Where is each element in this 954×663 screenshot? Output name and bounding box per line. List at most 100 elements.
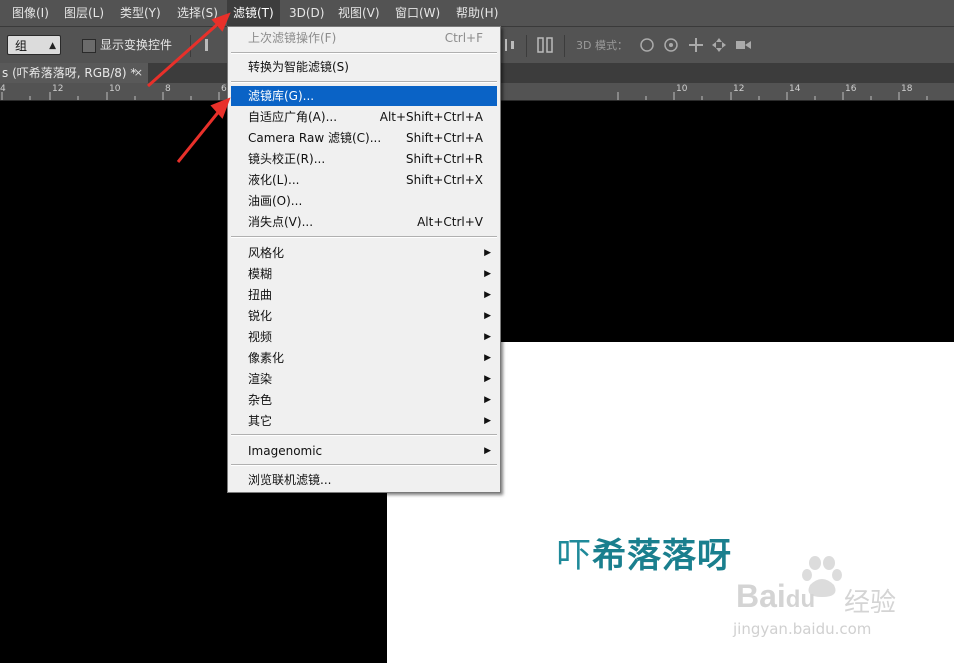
menu-item-label: 转换为智能滤镜(S) bbox=[248, 60, 349, 74]
menu-item-other[interactable]: 其它 ▶ bbox=[231, 411, 497, 431]
submenu-arrow-icon: ▶ bbox=[484, 395, 491, 405]
menu-item-label: Camera Raw 滤镜(C)... bbox=[248, 131, 382, 145]
roll-3d-icon[interactable] bbox=[661, 35, 681, 55]
submenu-arrow-icon: ▶ bbox=[484, 374, 491, 384]
menu-item-oil-paint[interactable]: 油画(O)... bbox=[231, 191, 497, 211]
menu-item-label: 像素化 bbox=[248, 351, 285, 365]
menu-item-stylize[interactable]: 风格化 ▶ bbox=[231, 243, 497, 263]
ruler-label: 10 bbox=[109, 84, 121, 94]
submenu-arrow-icon: ▶ bbox=[484, 290, 491, 300]
menu-separator bbox=[231, 464, 497, 466]
menu-item-shortcut: Alt+Ctrl+V bbox=[417, 215, 483, 229]
menu-item-video[interactable]: 视频 ▶ bbox=[231, 327, 497, 347]
ruler-label: 6 bbox=[221, 84, 227, 94]
document-tab[interactable]: s (吓希落落呀, RGB/8) * × bbox=[0, 63, 148, 83]
slide-3d-icon[interactable] bbox=[709, 35, 729, 55]
menu-item-shortcut: Shift+Ctrl+A bbox=[406, 131, 483, 145]
menu-3d[interactable]: 3D(D) bbox=[283, 0, 330, 26]
3d-mode-label: 3D 模式： bbox=[576, 39, 628, 52]
rotate-3d-icon[interactable] bbox=[637, 35, 657, 55]
menu-item-shortcut: Shift+Ctrl+R bbox=[405, 152, 483, 166]
watermark-url: jingyan.baidu.com bbox=[733, 620, 872, 638]
artwork-thin-char: 吓 bbox=[557, 536, 592, 576]
ruler-label: 12 bbox=[52, 84, 64, 94]
auto-align-icon[interactable] bbox=[536, 35, 556, 55]
menu-item-label: 杂色 bbox=[248, 393, 273, 407]
menu-item-shortcut: Shift+Ctrl+X bbox=[406, 173, 483, 187]
menu-item-lens-correction[interactable]: 镜头校正(R)... Shift+Ctrl+R bbox=[231, 149, 497, 169]
submenu-arrow-icon: ▶ bbox=[484, 248, 491, 258]
menu-item-shortcut: Alt+Shift+Ctrl+A bbox=[379, 110, 483, 124]
filter-menu: 上次滤镜操作(F) Ctrl+F 转换为智能滤镜(S) 滤镜库(G)... 自适… bbox=[227, 26, 501, 493]
menu-item-label: 油画(O)... bbox=[248, 194, 303, 208]
auto-select-value: 组 bbox=[15, 39, 28, 53]
menu-window[interactable]: 窗口(W) bbox=[389, 0, 446, 26]
toolbar-divider bbox=[526, 35, 527, 57]
ruler-label: 10 bbox=[676, 84, 688, 94]
menu-item-pixelate[interactable]: 像素化 ▶ bbox=[231, 348, 497, 368]
menu-layer[interactable]: 图层(L) bbox=[58, 0, 110, 26]
menu-item-label: 风格化 bbox=[248, 246, 285, 260]
toolbar-divider bbox=[190, 35, 191, 57]
menu-item-label: 渲染 bbox=[248, 372, 273, 386]
menu-view[interactable]: 视图(V) bbox=[332, 0, 386, 26]
menu-item-last-filter: 上次滤镜操作(F) Ctrl+F bbox=[231, 28, 497, 48]
menu-item-label: 浏览联机滤镜... bbox=[248, 473, 332, 487]
menu-help[interactable]: 帮助(H) bbox=[450, 0, 504, 26]
ruler-label: 16 bbox=[845, 84, 857, 94]
menu-item-shortcut: Ctrl+F bbox=[444, 31, 483, 45]
watermark-brand-part2: du bbox=[785, 586, 816, 613]
menu-item-liquify[interactable]: 液化(L)... Shift+Ctrl+X bbox=[231, 170, 497, 190]
pan-3d-icon[interactable] bbox=[686, 35, 706, 55]
menu-item-label: 锐化 bbox=[248, 309, 273, 323]
menu-image[interactable]: 图像(I) bbox=[6, 0, 55, 26]
menu-item-convert-smart-filter[interactable]: 转换为智能滤镜(S) bbox=[231, 57, 497, 77]
submenu-arrow-icon: ▶ bbox=[484, 353, 491, 363]
canvas-artwork-text: 吓希落落呀 bbox=[557, 528, 732, 577]
ruler-label: 14 bbox=[789, 84, 801, 94]
menu-item-distort[interactable]: 扭曲 ▶ bbox=[231, 285, 497, 305]
distribute-icon[interactable] bbox=[502, 35, 522, 55]
menu-item-browse-filters-online[interactable]: 浏览联机滤镜... bbox=[231, 470, 497, 490]
artwork-bold-chars: 希落落呀 bbox=[592, 536, 732, 576]
menu-item-blur[interactable]: 模糊 ▶ bbox=[231, 264, 497, 284]
submenu-arrow-icon: ▶ bbox=[484, 446, 491, 456]
menu-item-label: 自适应广角(A)... bbox=[248, 110, 338, 124]
menu-item-label: 模糊 bbox=[248, 267, 273, 281]
document-tab-title: s (吓希落落呀, RGB/8) * bbox=[2, 66, 137, 80]
menu-item-vanishing-point[interactable]: 消失点(V)... Alt+Ctrl+V bbox=[231, 212, 497, 232]
watermark-brand-part1: Bai bbox=[736, 578, 786, 614]
menu-item-sharpen[interactable]: 锐化 ▶ bbox=[231, 306, 497, 326]
submenu-arrow-icon: ▶ bbox=[484, 332, 491, 342]
submenu-arrow-icon: ▶ bbox=[484, 311, 491, 321]
menu-item-label: 其它 bbox=[248, 414, 273, 428]
menu-item-noise[interactable]: 杂色 ▶ bbox=[231, 390, 497, 410]
menu-item-label: 滤镜库(G)... bbox=[248, 89, 315, 103]
ruler-label: 12 bbox=[733, 84, 745, 94]
menu-item-camera-raw[interactable]: Camera Raw 滤镜(C)... Shift+Ctrl+A bbox=[231, 128, 497, 148]
menu-separator bbox=[231, 236, 497, 238]
menu-item-render[interactable]: 渲染 ▶ bbox=[231, 369, 497, 389]
auto-select-dropdown[interactable]: 组 ▲ bbox=[7, 35, 61, 55]
menu-separator bbox=[231, 52, 497, 54]
show-transform-label: 显示变换控件 bbox=[100, 38, 173, 52]
ruler-label: 8 bbox=[165, 84, 171, 94]
menu-select[interactable]: 选择(S) bbox=[171, 0, 224, 26]
close-tab-icon[interactable]: × bbox=[134, 63, 143, 83]
menu-item-filter-gallery[interactable]: 滤镜库(G)... bbox=[231, 86, 497, 106]
watermark-brand: Baidu bbox=[736, 578, 815, 615]
menu-item-imagenomic[interactable]: Imagenomic ▶ bbox=[231, 441, 497, 461]
menu-item-label: Imagenomic bbox=[248, 444, 323, 458]
menu-type[interactable]: 类型(Y) bbox=[114, 0, 167, 26]
menu-item-label: 液化(L)... bbox=[248, 173, 300, 187]
show-transform-checkbox[interactable] bbox=[82, 39, 96, 53]
menu-filter[interactable]: 滤镜(T) bbox=[227, 0, 280, 26]
menu-item-adaptive-wide-angle[interactable]: 自适应广角(A)... Alt+Shift+Ctrl+A bbox=[231, 107, 497, 127]
menu-item-label: 镜头校正(R)... bbox=[248, 152, 326, 166]
scale-3d-icon[interactable] bbox=[733, 35, 753, 55]
align-icon[interactable] bbox=[202, 35, 222, 55]
menu-item-label: 消失点(V)... bbox=[248, 215, 314, 229]
menu-item-label: 上次滤镜操作(F) bbox=[248, 31, 337, 45]
menu-separator bbox=[231, 434, 497, 436]
menu-item-label: 视频 bbox=[248, 330, 273, 344]
